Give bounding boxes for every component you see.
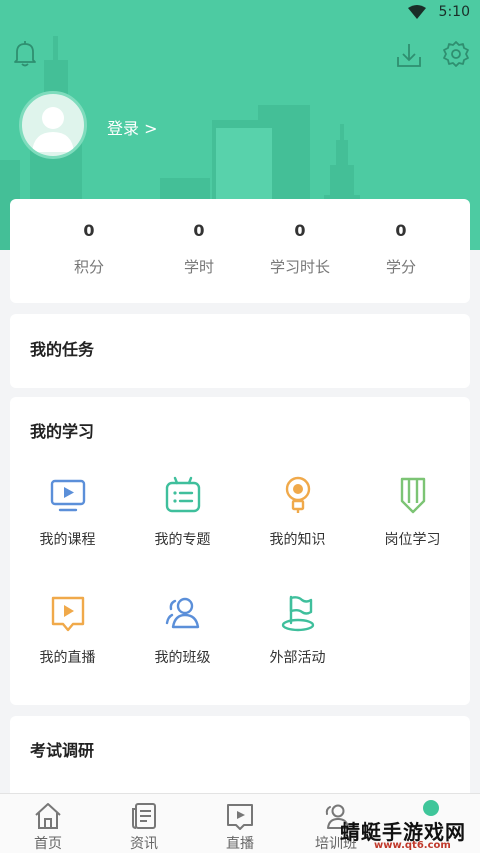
status-bar: 5:10 — [0, 0, 480, 26]
stat-points[interactable]: 0 积分 — [34, 199, 144, 277]
nav-label: 首页 — [34, 836, 62, 852]
home-icon — [35, 803, 61, 829]
grid-label: 我的直播 — [39, 650, 96, 666]
nav-item-home[interactable]: 首页 — [0, 794, 96, 853]
grid-label: 我的专题 — [154, 532, 211, 548]
stat-value: 0 — [83, 221, 95, 240]
news-icon — [132, 803, 156, 829]
gear-icon[interactable] — [442, 40, 470, 68]
tasks-title: 我的任务 — [30, 340, 95, 359]
flag-icon — [281, 595, 314, 632]
live-icon — [227, 804, 253, 830]
stat-credits[interactable]: 0 学分 — [346, 199, 456, 277]
study-item-live[interactable]: 我的直播 — [10, 593, 125, 667]
avatar[interactable] — [19, 91, 87, 159]
study-card: 我的学习 我的课程 我的专题 我的知识 岗位学习 我的直播 我的班级 外部活动 — [10, 397, 470, 705]
study-title: 我的学习 — [30, 422, 95, 441]
grid-label: 外部活动 — [269, 650, 326, 666]
user-avatar-icon — [32, 107, 74, 152]
grid-label: 我的班级 — [154, 650, 211, 666]
login-link[interactable]: 登录 > — [107, 115, 158, 139]
live-book-icon — [51, 596, 84, 632]
download-icon[interactable] — [395, 41, 423, 69]
watermark-url: www.qt6.com — [374, 840, 451, 851]
stat-label: 学时 — [183, 258, 214, 276]
study-item-post-learning[interactable]: 岗位学习 — [355, 475, 470, 549]
stats-card: 0 积分 0 学时 0 学习时长 0 学分 — [10, 199, 470, 303]
stat-label: 学习时长 — [269, 258, 330, 276]
status-time: 5:10 — [438, 4, 470, 20]
stat-value: 0 — [294, 221, 306, 240]
stat-label: 积分 — [73, 258, 104, 276]
study-item-courses[interactable]: 我的课程 — [10, 475, 125, 549]
stat-value: 0 — [395, 221, 407, 240]
nav-item-live[interactable]: 直播 — [192, 794, 288, 853]
stat-value: 0 — [193, 221, 205, 240]
exam-title: 考试调研 — [30, 741, 95, 760]
study-item-external-activity[interactable]: 外部活动 — [240, 593, 355, 667]
nav-label: 资讯 — [130, 836, 158, 852]
nav-label: 直播 — [226, 836, 254, 852]
video-screen-icon — [50, 479, 85, 512]
grid-label: 岗位学习 — [384, 532, 441, 548]
class-users-icon — [165, 597, 199, 629]
lightbulb-icon — [285, 476, 310, 513]
study-item-knowledge[interactable]: 我的知识 — [240, 475, 355, 549]
pencil-icon — [400, 477, 425, 514]
grid-label: 我的知识 — [269, 532, 326, 548]
study-item-class[interactable]: 我的班级 — [125, 593, 240, 667]
grid-label: 我的课程 — [39, 532, 96, 548]
stat-hours[interactable]: 0 学时 — [144, 199, 254, 277]
stat-label: 学分 — [385, 258, 416, 276]
study-item-topics[interactable]: 我的专题 — [125, 475, 240, 549]
nav-item-news[interactable]: 资讯 — [96, 794, 192, 853]
tasks-card[interactable]: 我的任务 — [10, 314, 470, 388]
stat-study-duration[interactable]: 0 学习时长 — [245, 199, 355, 277]
topic-list-icon — [165, 476, 200, 513]
bell-icon[interactable] — [12, 40, 38, 68]
site-watermark: 蜻蜓手游戏网 www.qt6.com — [334, 814, 480, 853]
wifi-icon — [408, 5, 426, 19]
